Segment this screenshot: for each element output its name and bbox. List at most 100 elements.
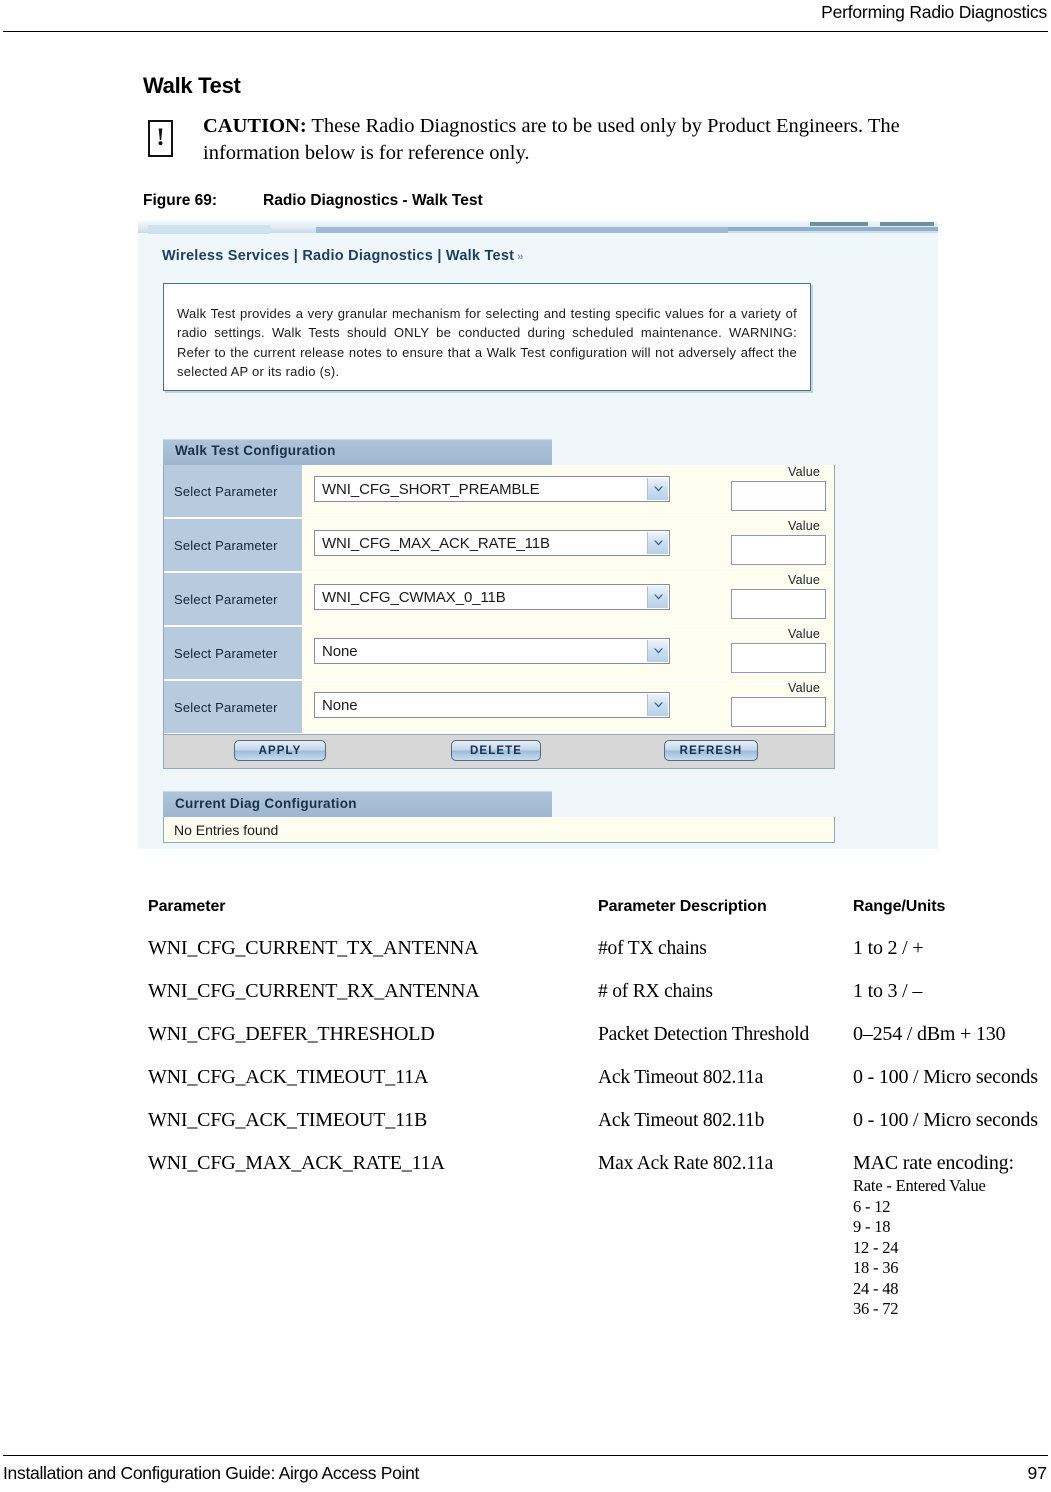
cell-range: 1 to 2 / + — [853, 937, 924, 959]
table-row: WNI_CFG_ACK_TIMEOUT_11B Ack Timeout 802.… — [148, 1108, 1048, 1151]
select-parameter-label: Select Parameter — [164, 681, 302, 734]
parameter-select-1[interactable]: WNI_CFG_SHORT_PREAMBLE — [314, 476, 670, 502]
chevron-right-icon[interactable]: » — [517, 251, 523, 263]
walk-test-row: Select Parameter WNI_CFG_CWMAX_0_11B Val… — [164, 573, 834, 627]
apply-button[interactable]: APPLY — [234, 740, 326, 761]
select-parameter-label: Select Parameter — [164, 519, 302, 572]
walk-test-row-field: WNI_CFG_MAX_ACK_RATE_11B Value — [302, 519, 834, 572]
cell-parameter: WNI_CFG_CURRENT_RX_ANTENNA — [148, 980, 480, 1002]
walk-test-row-field: WNI_CFG_SHORT_PREAMBLE Value — [302, 465, 834, 518]
walk-test-row: Select Parameter None Value — [164, 681, 834, 734]
refresh-button[interactable]: REFRESH — [664, 740, 758, 761]
value-label-3: Value — [787, 573, 820, 587]
parameter-select-4[interactable]: None — [314, 638, 670, 664]
chevron-down-icon[interactable] — [647, 640, 668, 662]
parameter-select-4-value: None — [322, 642, 358, 660]
parameter-select-5[interactable]: None — [314, 692, 670, 718]
walk-test-row-field: WNI_CFG_CWMAX_0_11B Value — [302, 573, 834, 626]
current-diag-configuration-title: Current Diag Configuration — [175, 796, 357, 811]
toolbar-tab-b[interactable] — [316, 227, 728, 233]
value-label-1: Value — [787, 465, 820, 479]
cell-description: #of TX chains — [598, 938, 707, 959]
cell-range: 0 - 100 / Micro seconds — [853, 1109, 1038, 1131]
parameter-select-3[interactable]: WNI_CFG_CWMAX_0_11B — [314, 584, 670, 610]
footer-title: Installation and Configuration Guide: Ai… — [3, 1463, 420, 1483]
parameter-select-5-value: None — [322, 696, 358, 714]
cell-parameter: WNI_CFG_DEFER_THRESHOLD — [148, 1023, 435, 1045]
figure-title: Radio Diagnostics - Walk Test — [263, 192, 483, 209]
parameter-select-3-value: WNI_CFG_CWMAX_0_11B — [322, 588, 506, 606]
walk-test-row-field: None Value — [302, 627, 834, 680]
cell-range: 1 to 3 / – — [853, 980, 923, 1002]
cell-parameter: WNI_CFG_MAX_ACK_RATE_11A — [148, 1152, 445, 1174]
chevron-down-icon[interactable] — [647, 586, 668, 608]
toolbar-tab-a[interactable] — [148, 224, 270, 234]
figure-number: Figure 69: — [143, 192, 218, 209]
running-head: Performing Radio Diagnostics — [821, 2, 1047, 22]
table-row: WNI_CFG_MAX_ACK_RATE_11A Max Ack Rate 80… — [148, 1151, 1048, 1338]
cell-range-detail: Rate - Entered Value 6 - 12 9 - 18 12 - … — [853, 1176, 986, 1318]
caution-note: ! CAUTION: These Radio Diagnostics are t… — [148, 113, 998, 167]
caution-body: These Radio Diagnostics are to be used o… — [203, 115, 900, 164]
walk-test-configuration-panel: Walk Test Configuration Select Parameter… — [163, 439, 835, 769]
cell-description: Packet Detection Threshold — [598, 1024, 810, 1045]
column-header-range: Range/Units — [853, 898, 946, 915]
footer-divider — [3, 1455, 1048, 1456]
table-row: WNI_CFG_CURRENT_TX_ANTENNA #of TX chains… — [148, 936, 1048, 979]
parameter-select-2[interactable]: WNI_CFG_MAX_ACK_RATE_11B — [314, 530, 670, 556]
chevron-down-icon[interactable] — [647, 478, 668, 500]
toolbar-tab-e[interactable] — [880, 222, 934, 226]
select-parameter-label: Select Parameter — [164, 465, 302, 518]
walk-test-configuration-title: Walk Test Configuration — [175, 443, 336, 458]
toolbar-tab-d[interactable] — [810, 222, 868, 226]
table-row: WNI_CFG_DEFER_THRESHOLD Packet Detection… — [148, 1022, 1048, 1065]
cell-parameter: WNI_CFG_ACK_TIMEOUT_11B — [148, 1109, 428, 1131]
cell-description: # of RX chains — [598, 981, 713, 1002]
column-header-parameter: Parameter — [148, 898, 226, 915]
figure-caption: Figure 69: Radio Diagnostics - Walk Test — [143, 192, 483, 210]
toolbar-tab-c[interactable] — [728, 227, 938, 231]
walk-test-row-field: None Value — [302, 681, 834, 734]
breadcrumb[interactable]: Wireless Services | Radio Diagnostics | … — [162, 248, 523, 264]
walk-test-row: Select Parameter WNI_CFG_SHORT_PREAMBLE … — [164, 465, 834, 519]
cell-parameter: WNI_CFG_ACK_TIMEOUT_11A — [148, 1066, 429, 1088]
cell-description: Max Ack Rate 802.11a — [598, 1153, 774, 1174]
figure-screenshot: Wireless Services | Radio Diagnostics | … — [138, 221, 938, 849]
exclamation-glyph: ! — [156, 124, 165, 151]
table-row: WNI_CFG_CURRENT_RX_ANTENNA # of RX chain… — [148, 979, 1048, 1022]
value-label-4: Value — [787, 627, 820, 641]
cell-description: Ack Timeout 802.11b — [598, 1110, 765, 1131]
delete-button[interactable]: DELETE — [451, 740, 541, 761]
page-header: Performing Radio Diagnostics — [0, 0, 1051, 38]
value-input-5[interactable] — [731, 697, 826, 727]
cell-description: Ack Timeout 802.11a — [598, 1067, 764, 1088]
parameter-select-2-value: WNI_CFG_MAX_ACK_RATE_11B — [322, 534, 550, 552]
select-parameter-label: Select Parameter — [164, 627, 302, 680]
page-title: Walk Test — [143, 73, 241, 98]
exclamation-icon: ! — [148, 120, 173, 157]
caution-lead: CAUTION: — [203, 115, 307, 137]
walk-test-row: Select Parameter WNI_CFG_MAX_ACK_RATE_11… — [164, 519, 834, 573]
footer-page-number: 97 — [1027, 1463, 1047, 1483]
current-diag-empty-message: No Entries found — [163, 817, 835, 843]
parameter-table: Parameter Parameter Description Range/Un… — [148, 898, 1048, 1338]
value-label-5: Value — [787, 681, 820, 695]
table-header-row: Parameter Parameter Description Range/Un… — [148, 898, 1048, 936]
cell-range: 0–254 / dBm + 130 — [853, 1023, 1006, 1045]
table-row: WNI_CFG_ACK_TIMEOUT_11A Ack Timeout 802.… — [148, 1065, 1048, 1108]
chevron-down-icon[interactable] — [647, 694, 668, 716]
value-input-1[interactable] — [731, 481, 826, 511]
breadcrumb-path[interactable]: Wireless Services | Radio Diagnostics | … — [162, 248, 514, 264]
value-input-2[interactable] — [731, 535, 826, 565]
current-diag-configuration-panel: Current Diag Configuration No Entries fo… — [163, 791, 835, 843]
value-input-3[interactable] — [731, 589, 826, 619]
current-diag-configuration-header: Current Diag Configuration — [163, 791, 552, 817]
column-header-description: Parameter Description — [598, 898, 767, 915]
value-input-4[interactable] — [731, 643, 826, 673]
chevron-down-icon[interactable] — [647, 532, 668, 554]
intro-panel: Walk Test provides a very granular mecha… — [163, 283, 811, 391]
cell-range: 0 - 100 / Micro seconds — [853, 1066, 1038, 1088]
parameter-select-1-value: WNI_CFG_SHORT_PREAMBLE — [322, 480, 540, 498]
intro-text: Walk Test provides a very granular mecha… — [177, 306, 797, 379]
walk-test-row-list: Select Parameter WNI_CFG_SHORT_PREAMBLE … — [163, 465, 835, 735]
